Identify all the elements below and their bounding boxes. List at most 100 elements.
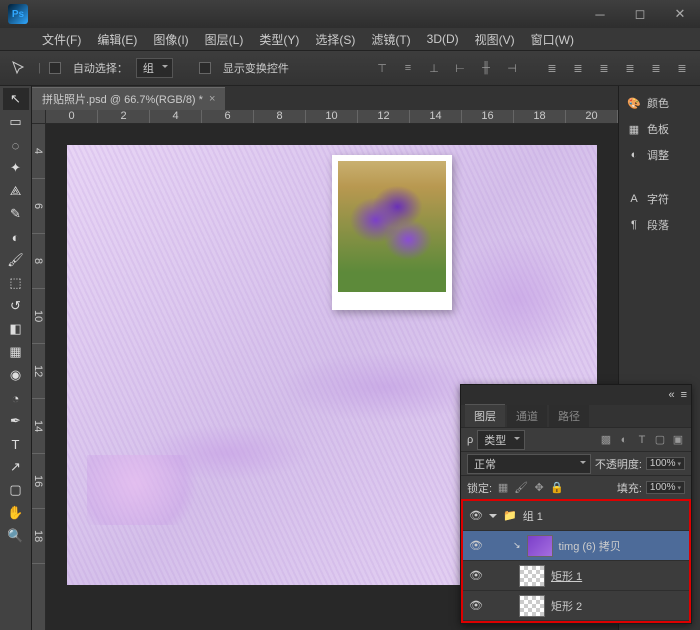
wand-tool[interactable]: ✦ [3, 157, 29, 179]
type-tool[interactable]: T [3, 433, 29, 455]
filter-adjust-icon[interactable]: ◐ [617, 433, 631, 447]
layer-thumbnail[interactable] [527, 535, 553, 557]
opacity-label: 不透明度: [595, 456, 642, 472]
visibility-icon[interactable]: 👁 [469, 509, 483, 522]
align-vcenter-icon[interactable]: ≡ [398, 58, 418, 78]
minimize-button[interactable]: ─ [580, 0, 620, 28]
dock-swatches[interactable]: ▦色板 [619, 116, 700, 142]
align-top-icon[interactable]: ⊤ [372, 58, 392, 78]
dock-character[interactable]: A字符 [619, 186, 700, 212]
menu-view[interactable]: 视图(V) [469, 29, 521, 50]
history-brush-tool[interactable]: ↺ [3, 295, 29, 317]
shape-tool[interactable]: ▢ [3, 479, 29, 501]
brush-tool[interactable]: 🖌 [3, 249, 29, 271]
layer-item[interactable]: 👁 ↘ timg (6) 拷贝 [463, 531, 689, 561]
stamp-tool[interactable]: ⬚ [3, 272, 29, 294]
layer-group[interactable]: 👁 📁 组 1 [463, 501, 689, 531]
distribute-3-icon[interactable]: ≣ [594, 58, 614, 78]
distribute-5-icon[interactable]: ≣ [646, 58, 666, 78]
dock-adjustments[interactable]: ◐调整 [619, 142, 700, 168]
menu-edit[interactable]: 编辑(E) [91, 29, 143, 50]
filter-kind-dropdown[interactable]: 类型 [477, 430, 525, 450]
swatch-icon: ▦ [627, 122, 641, 136]
hand-tool[interactable]: ✋ [3, 502, 29, 524]
menu-select[interactable]: 选择(S) [309, 29, 361, 50]
filter-smart-icon[interactable]: ▣ [671, 433, 685, 447]
crop-tool[interactable]: ⟁ [3, 180, 29, 202]
align-left-icon[interactable]: ⊢ [450, 58, 470, 78]
lock-position-icon[interactable]: ✥ [532, 481, 546, 495]
visibility-icon[interactable]: 👁 [469, 599, 483, 612]
layer-name[interactable]: 矩形 2 [551, 598, 582, 614]
gradient-tool[interactable]: ▦ [3, 341, 29, 363]
maximize-button[interactable]: ◻ [620, 0, 660, 28]
filter-type-icon[interactable]: T [635, 433, 649, 447]
distribute-2-icon[interactable]: ≣ [568, 58, 588, 78]
tab-paths[interactable]: 路径 [549, 405, 589, 427]
filter-shape-icon[interactable]: ▢ [653, 433, 667, 447]
path-tool[interactable]: ↗ [3, 456, 29, 478]
distribute-4-icon[interactable]: ≣ [620, 58, 640, 78]
distribute-6-icon[interactable]: ≣ [672, 58, 692, 78]
layer-item[interactable]: 👁 矩形 1 [463, 561, 689, 591]
canvas-ribbon-art [87, 455, 207, 525]
dock-color[interactable]: 🎨颜色 [619, 90, 700, 116]
auto-select-checkbox[interactable] [49, 62, 61, 74]
dock-paragraph[interactable]: ¶段落 [619, 212, 700, 238]
align-bottom-icon[interactable]: ⊥ [424, 58, 444, 78]
layer-name[interactable]: timg (6) 拷贝 [559, 538, 621, 554]
auto-select-dropdown[interactable]: 组 [136, 58, 173, 78]
filter-pixel-icon[interactable]: ▩ [599, 433, 613, 447]
ruler-vertical[interactable]: 4681012141618 [32, 124, 46, 630]
close-button[interactable]: ✕ [660, 0, 700, 28]
options-bar: | 自动选择： 组 显示变换控件 ⊤ ≡ ⊥ ⊢ ╫ ⊣ ≣ ≣ ≣ ≣ ≣ ≣ [0, 50, 700, 86]
lock-transparent-icon[interactable]: ▦ [496, 481, 510, 495]
lock-pixel-icon[interactable]: 🖌 [514, 481, 528, 495]
menu-type[interactable]: 类型(Y) [253, 29, 305, 50]
eraser-tool[interactable]: ◧ [3, 318, 29, 340]
window-controls: ─ ◻ ✕ [580, 0, 700, 28]
lasso-tool[interactable]: ◌ [3, 134, 29, 156]
dodge-tool[interactable]: ◔ [3, 387, 29, 409]
move-tool[interactable]: ↖ [3, 88, 29, 110]
eyedropper-tool[interactable]: ✎ [3, 203, 29, 225]
marquee-tool[interactable]: ▭ [3, 111, 29, 133]
opacity-input[interactable]: 100% [646, 457, 685, 470]
heal-tool[interactable]: ◐ [3, 226, 29, 248]
pen-tool[interactable]: ✒ [3, 410, 29, 432]
menu-image[interactable]: 图像(I) [147, 29, 194, 50]
align-right-icon[interactable]: ⊣ [502, 58, 522, 78]
document-tab[interactable]: 拼贴照片.psd @ 66.7%(RGB/8) * × [32, 87, 225, 110]
align-hcenter-icon[interactable]: ╫ [476, 58, 496, 78]
lock-all-icon[interactable]: 🔒 [550, 481, 564, 495]
ruler-horizontal[interactable]: 02468101214161820 [46, 110, 618, 124]
menu-filter[interactable]: 滤镜(T) [365, 29, 416, 50]
layer-item[interactable]: 👁 矩形 2 [463, 591, 689, 621]
menu-window[interactable]: 窗口(W) [525, 29, 580, 50]
layer-name[interactable]: 组 1 [523, 508, 543, 524]
folder-icon: 📁 [503, 509, 517, 522]
close-tab-icon[interactable]: × [209, 93, 215, 105]
move-tool-icon[interactable] [8, 57, 30, 79]
collapse-icon[interactable]: « [668, 389, 674, 401]
blend-row: 正常 不透明度: 100% [461, 451, 691, 475]
expand-icon[interactable] [489, 514, 497, 522]
layer-thumbnail[interactable] [519, 565, 545, 587]
zoom-tool[interactable]: 🔍 [3, 525, 29, 547]
polaroid-photo[interactable] [332, 155, 452, 310]
menu-file[interactable]: 文件(F) [36, 29, 87, 50]
blend-mode-dropdown[interactable]: 正常 [467, 454, 591, 474]
show-transform-checkbox[interactable] [199, 62, 211, 74]
layer-name[interactable]: 矩形 1 [551, 568, 582, 584]
menu-icon[interactable]: ≡ [681, 389, 687, 401]
distribute-1-icon[interactable]: ≣ [542, 58, 562, 78]
layer-thumbnail[interactable] [519, 595, 545, 617]
menu-layer[interactable]: 图层(L) [199, 29, 250, 50]
visibility-icon[interactable]: 👁 [469, 539, 483, 552]
visibility-icon[interactable]: 👁 [469, 569, 483, 582]
tab-layers[interactable]: 图层 [465, 404, 505, 427]
tab-channels[interactable]: 通道 [507, 405, 547, 427]
fill-input[interactable]: 100% [646, 481, 685, 494]
menu-3d[interactable]: 3D(D) [421, 30, 465, 48]
blur-tool[interactable]: ◉ [3, 364, 29, 386]
